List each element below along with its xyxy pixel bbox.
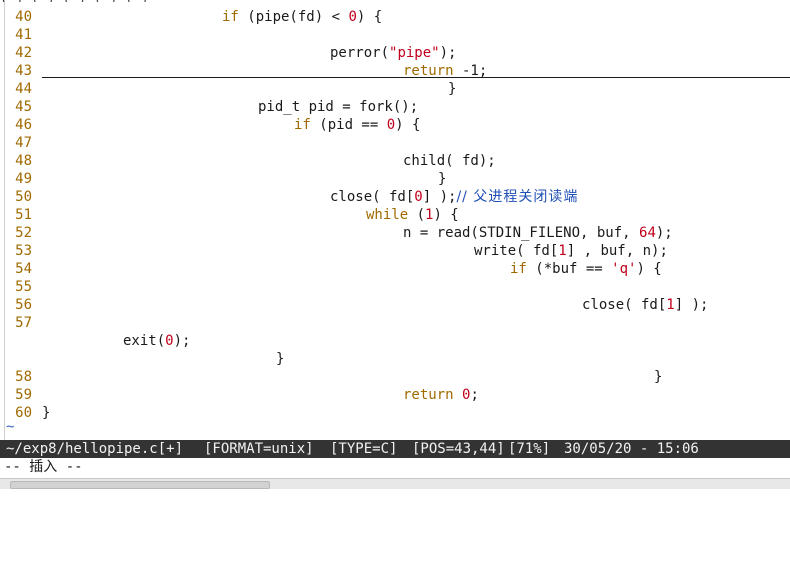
code-token: write( fd[ <box>474 243 559 259</box>
line-number: 42 <box>15 45 32 61</box>
line-number: 58 <box>15 369 32 385</box>
status-line: ~/exp8/hellopipe.c[+] [FORMAT=unix] [TYP… <box>0 440 790 458</box>
code-token: ; <box>470 387 479 403</box>
code-token: } <box>448 81 457 97</box>
comment-token: // 父进程关闭读端 <box>456 189 579 205</box>
code-token: n = read(STDIN_FILENO, buf, <box>403 225 640 241</box>
line-number: 55 <box>15 279 32 295</box>
code-token: ( <box>408 207 426 223</box>
code-text: perror("pipe"); <box>330 44 456 62</box>
code-text: close( fd[0] );// 父进程关闭读端 <box>330 188 578 206</box>
status-datetime: 30/05/20 - 15:06 <box>564 441 699 457</box>
code-token: ); <box>439 45 457 61</box>
keyword-token: while <box>366 207 409 223</box>
keyword-token: return <box>403 387 454 403</box>
string-token: "pipe" <box>389 45 440 61</box>
command-line[interactable]: -- 插入 -- <box>4 458 83 476</box>
code-text: child( fd); <box>403 152 496 170</box>
line-number: 54 <box>15 261 32 277</box>
code-text: close( fd[1] ); <box>582 296 708 314</box>
code-text: return 0; <box>403 386 479 404</box>
code-token: } <box>438 171 447 187</box>
string-token: 'q' <box>611 261 637 277</box>
status-percent: [71%] <box>508 441 551 457</box>
line-number: 51 <box>15 207 32 223</box>
code-token: } <box>42 405 51 421</box>
line-number: 44 <box>15 81 32 97</box>
line-number: 53 <box>15 243 32 259</box>
code-token: -1; <box>453 63 488 79</box>
code-token: ] , buf, n); <box>566 243 668 259</box>
status-type: [TYPE=C] <box>330 441 398 457</box>
number-token: 0 <box>165 333 174 349</box>
line-number: 41 <box>15 27 32 43</box>
keyword-token: if <box>294 117 311 133</box>
number-token: 64 <box>639 225 656 241</box>
line-number: 46 <box>15 117 32 133</box>
code-text: } <box>438 170 446 188</box>
status-position: [POS=43,44] <box>412 441 505 457</box>
line-number: 45 <box>15 99 32 115</box>
number-token: 1 <box>558 243 567 259</box>
code-text: write( fd[1] , buf, n); <box>474 242 668 260</box>
keyword-token: if <box>510 261 527 277</box>
number-token: 0 <box>386 117 396 133</box>
code-token: ) { <box>395 117 421 133</box>
horizontal-scrollbar[interactable] <box>0 478 790 489</box>
line-number: 59 <box>15 387 32 403</box>
code-text: } <box>276 350 284 368</box>
code-text: while (1) { <box>366 206 459 224</box>
code-token: exit( <box>123 333 166 349</box>
line-number: 52 <box>15 225 32 241</box>
number-token: 0 <box>414 189 423 205</box>
status-file-path: ~/exp8/hellopipe.c[+] <box>6 441 184 457</box>
line-number: 47 <box>15 135 32 151</box>
previous-line-fragment: ( ) ( ) ( ) ( ) ( ) <box>0 0 790 2</box>
line-number: 56 <box>15 297 32 313</box>
vim-editor[interactable]: ( ) ( ) ( ) ( ) ( ) 40if (pipe(fd) < 0) … <box>0 0 790 488</box>
code-token: ) { <box>356 9 383 25</box>
code-token: (pid == <box>310 117 387 133</box>
code-token: ] ); <box>422 189 457 205</box>
code-text: if (pipe(fd) < 0) { <box>222 8 382 26</box>
line-number: 49 <box>15 171 32 187</box>
code-token: ); <box>655 225 673 241</box>
code-text: n = read(STDIN_FILENO, buf, 64); <box>403 224 673 242</box>
line-number: 57 <box>15 315 32 331</box>
code-token: child( fd); <box>403 153 496 169</box>
keyword-token: return <box>403 63 454 79</box>
line-number: 40 <box>15 9 32 25</box>
code-text: exit(0); <box>123 332 190 350</box>
code-token: } <box>276 351 285 367</box>
code-token: close( fd[ <box>330 189 415 205</box>
code-text: return -1; <box>403 62 487 80</box>
keyword-token: if <box>222 9 239 25</box>
line-number: 50 <box>15 189 32 205</box>
code-token: perror( <box>330 45 390 61</box>
code-token: < <box>331 9 349 25</box>
code-token: pid_t pid = fork(); <box>258 99 419 115</box>
code-text: if (*buf == 'q') { <box>510 260 662 278</box>
empty-buffer-tilde: ~ <box>6 419 15 435</box>
status-format: [FORMAT=unix] <box>204 441 314 457</box>
number-token: 0 <box>348 9 357 25</box>
code-token: ) { <box>636 261 662 277</box>
line-number: 60 <box>15 405 32 421</box>
code-token: ) { <box>433 207 459 223</box>
code-text: if (pid == 0) { <box>294 116 420 134</box>
code-text: } <box>448 80 456 98</box>
code-token: ] ); <box>674 297 709 313</box>
code-token: (pipe(fd) <box>238 9 332 25</box>
code-text: pid_t pid = fork(); <box>258 98 418 116</box>
code-token: close( fd[ <box>582 297 667 313</box>
code-text: } <box>654 368 662 386</box>
line-number: 43 <box>15 63 32 79</box>
code-token: } <box>654 369 663 385</box>
code-text: } <box>42 404 50 422</box>
code-token: (*buf == <box>526 261 612 277</box>
code-token: ); <box>173 333 191 349</box>
line-number: 48 <box>15 153 32 169</box>
number-token: 1 <box>666 297 675 313</box>
